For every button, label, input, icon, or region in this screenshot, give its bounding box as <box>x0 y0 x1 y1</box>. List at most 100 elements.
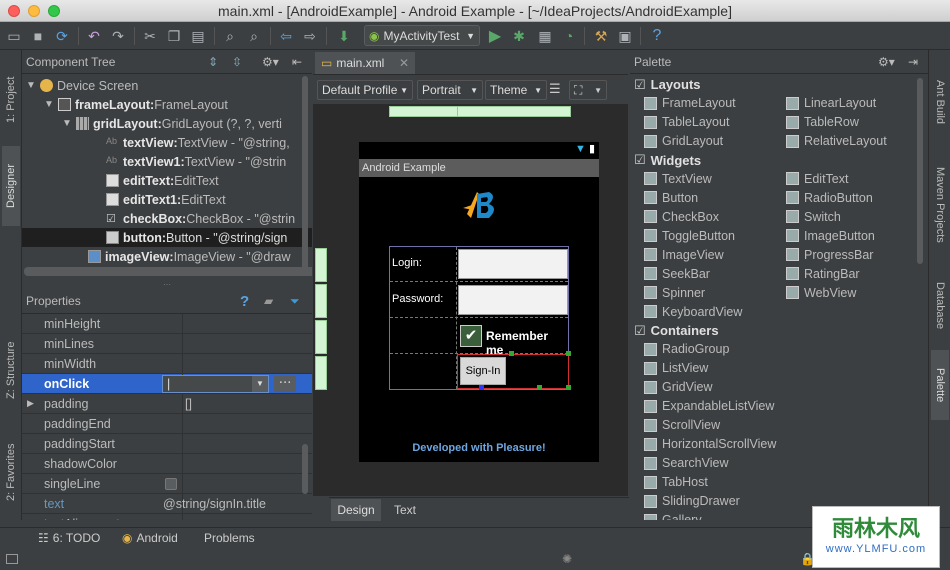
run-icon[interactable]: ▶ <box>486 26 504 46</box>
tab-maven-projects[interactable]: Maven Projects <box>931 150 949 260</box>
palette-item-edittext[interactable]: EditText <box>786 169 848 188</box>
palette-item-scrollview[interactable]: ScrollView <box>644 416 720 435</box>
palette-item-radiogroup[interactable]: RadioGroup <box>644 340 729 359</box>
palette-item-horizontalscrollview[interactable]: HorizontalScrollView <box>644 435 776 454</box>
palette-item-imagebutton[interactable]: ImageButton <box>786 226 875 245</box>
palette-scrollbar[interactable] <box>915 76 925 266</box>
tab-structure[interactable]: Z: Structure <box>2 320 20 420</box>
api-level-icon[interactable]: ☰ <box>549 81 561 97</box>
palette-item-tablelayout[interactable]: TableLayout <box>644 113 729 132</box>
save-icon[interactable]: ■ <box>30 26 46 46</box>
replace-icon[interactable]: ⌕ <box>246 26 262 46</box>
palette-item-slidingdrawer[interactable]: SlidingDrawer <box>644 492 740 511</box>
tree-row[interactable]: imageView: ImageView - "@draw <box>22 247 312 266</box>
signin-button[interactable]: Sign-In <box>460 357 506 385</box>
back-icon[interactable]: ⇦ <box>278 26 294 46</box>
property-row-selected[interactable]: onClick | ▼ ⋯ <box>22 374 312 394</box>
tree-row[interactable]: Ab textView: TextView - "@string, <box>22 133 312 152</box>
gear-icon[interactable]: ⚙▾ <box>878 55 895 69</box>
expand-arrow-icon[interactable]: ▼ <box>26 80 40 91</box>
checkbox-icon[interactable]: ☑ <box>634 77 646 93</box>
palette-item-togglebutton[interactable]: ToggleButton <box>644 226 735 245</box>
checkbox-icon[interactable]: ☑ <box>634 323 646 339</box>
help-icon[interactable]: ? <box>240 293 249 310</box>
palette-item-framelayout[interactable]: FrameLayout <box>644 94 736 113</box>
palette-item-button[interactable]: Button <box>644 188 698 207</box>
tab-database[interactable]: Database <box>931 266 949 346</box>
profile-icon[interactable]: ◔ <box>560 26 578 46</box>
palette-item-switch[interactable]: Switch <box>786 207 841 226</box>
tree-row[interactable]: ▼ Device Screen <box>22 76 312 95</box>
close-icon[interactable]: ✕ <box>399 56 409 70</box>
tree-row[interactable]: ▼ frameLayout: FrameLayout <box>22 95 312 114</box>
palette-item-radiobutton[interactable]: RadioButton <box>786 188 873 207</box>
tree-row[interactable]: editText: EditText <box>22 171 312 190</box>
singleline-checkbox[interactable] <box>165 477 177 490</box>
tab-todo[interactable]: ☷ 6: TODO <box>38 531 100 545</box>
palette-item-listview[interactable]: ListView <box>644 359 708 378</box>
theme-select[interactable]: Theme ▼ <box>485 80 547 100</box>
device-profile-select[interactable]: Default Profile ▼ <box>317 80 413 100</box>
palette-item-gridview[interactable]: GridView <box>644 378 712 397</box>
expand-arrow-icon[interactable]: ▼ <box>62 118 76 129</box>
hide-panel-icon[interactable]: ⇤ <box>292 55 302 69</box>
palette-item-webview[interactable]: WebView <box>786 283 856 302</box>
property-row[interactable]: shadowColor <box>22 454 312 474</box>
tab-android[interactable]: ◉ Android <box>122 531 178 545</box>
palette-item-tablerow[interactable]: TableRow <box>786 113 859 132</box>
help-icon[interactable]: ? <box>648 26 666 46</box>
hide-panel-icon[interactable]: ⇥ <box>908 55 918 69</box>
expand-arrow-icon[interactable]: ▼ <box>44 99 58 110</box>
tab-favorites[interactable]: 2: Favorites <box>2 426 20 518</box>
remember-checkbox[interactable]: ✔ <box>460 325 482 347</box>
expert-properties-icon[interactable]: ▰ <box>264 294 273 308</box>
palette-item-progressbar[interactable]: ProgressBar <box>786 245 873 264</box>
tree-row-selected[interactable]: button: Button - "@string/sign <box>22 228 312 247</box>
gear-icon[interactable]: ⚙▾ <box>262 55 279 69</box>
tree-vertical-scrollbar[interactable] <box>300 74 310 274</box>
tab-palette[interactable]: Palette <box>931 350 949 420</box>
orientation-select[interactable]: Portrait ▼ <box>417 80 483 100</box>
make-project-icon[interactable]: ⬇ <box>334 26 354 46</box>
undo-icon[interactable]: ↶ <box>86 26 102 46</box>
palette-category-layouts[interactable]: ☑ Layouts <box>634 75 701 94</box>
palette-item-linearlayout[interactable]: LinearLayout <box>786 94 876 113</box>
copy-icon[interactable]: ❐ <box>166 26 182 46</box>
property-row[interactable]: minHeight <box>22 314 312 334</box>
tab-main-xml[interactable]: ▭ main.xml ✕ <box>315 52 415 74</box>
checkbox-icon[interactable]: ☑ <box>634 152 646 168</box>
tab-project[interactable]: 1: Project <box>2 54 20 146</box>
onclick-value[interactable]: | <box>167 377 170 391</box>
palette-item-seekbar[interactable]: SeekBar <box>644 264 710 283</box>
property-row[interactable]: paddingEnd <box>22 414 312 434</box>
expand-all-icon[interactable]: ⇕ <box>208 55 218 69</box>
paste-icon[interactable]: ▤ <box>190 26 206 46</box>
forward-icon[interactable]: ⇨ <box>302 26 318 46</box>
property-row[interactable]: minWidth <box>22 354 312 374</box>
palette-item-expandablelistview[interactable]: ExpandableListView <box>644 397 774 416</box>
run-configuration-select[interactable]: ◉ MyActivityTest ▼ <box>364 25 480 46</box>
palette-item-searchview[interactable]: SearchView <box>644 454 728 473</box>
tree-row[interactable]: ▼ gridLayout: GridLayout (?, ?, verti <box>22 114 312 133</box>
settings-icon[interactable]: ⚒ <box>592 26 610 46</box>
splitter-handle[interactable]: ⋯ <box>22 280 312 289</box>
property-row[interactable]: textAlignment <box>22 514 312 520</box>
tab-design[interactable]: Design <box>331 499 381 521</box>
tab-designer[interactable]: Designer <box>2 146 20 226</box>
property-value[interactable]: @string/signIn.title <box>163 497 312 511</box>
palette-category-containers[interactable]: ☑ Containers <box>634 321 719 340</box>
grid-layout-preview[interactable]: Login: Password: ✔ Remember me Sign-In <box>389 246 571 390</box>
tab-problems[interactable]: Problems <box>204 531 255 545</box>
tree-row[interactable]: ☑ checkBox: CheckBox - "@strin <box>22 209 312 228</box>
property-row[interactable]: text @string/signIn.title <box>22 494 312 514</box>
palette-item-keyboardview[interactable]: KeyboardView <box>644 302 742 321</box>
coverage-icon[interactable]: ▦ <box>536 26 554 46</box>
project-structure-icon[interactable]: ▣ <box>616 26 634 46</box>
tree-row[interactable]: Ab textView1: TextView - "@strin <box>22 152 312 171</box>
property-row[interactable]: ▶ padding [] <box>22 394 312 414</box>
browse-button[interactable]: ⋯ <box>274 376 296 392</box>
sync-icon[interactable]: ⟳ <box>54 26 70 46</box>
palette-item-checkbox[interactable]: CheckBox <box>644 207 719 226</box>
tree-horizontal-scrollbar[interactable] <box>24 267 312 276</box>
palette-item-ratingbar[interactable]: RatingBar <box>786 264 860 283</box>
